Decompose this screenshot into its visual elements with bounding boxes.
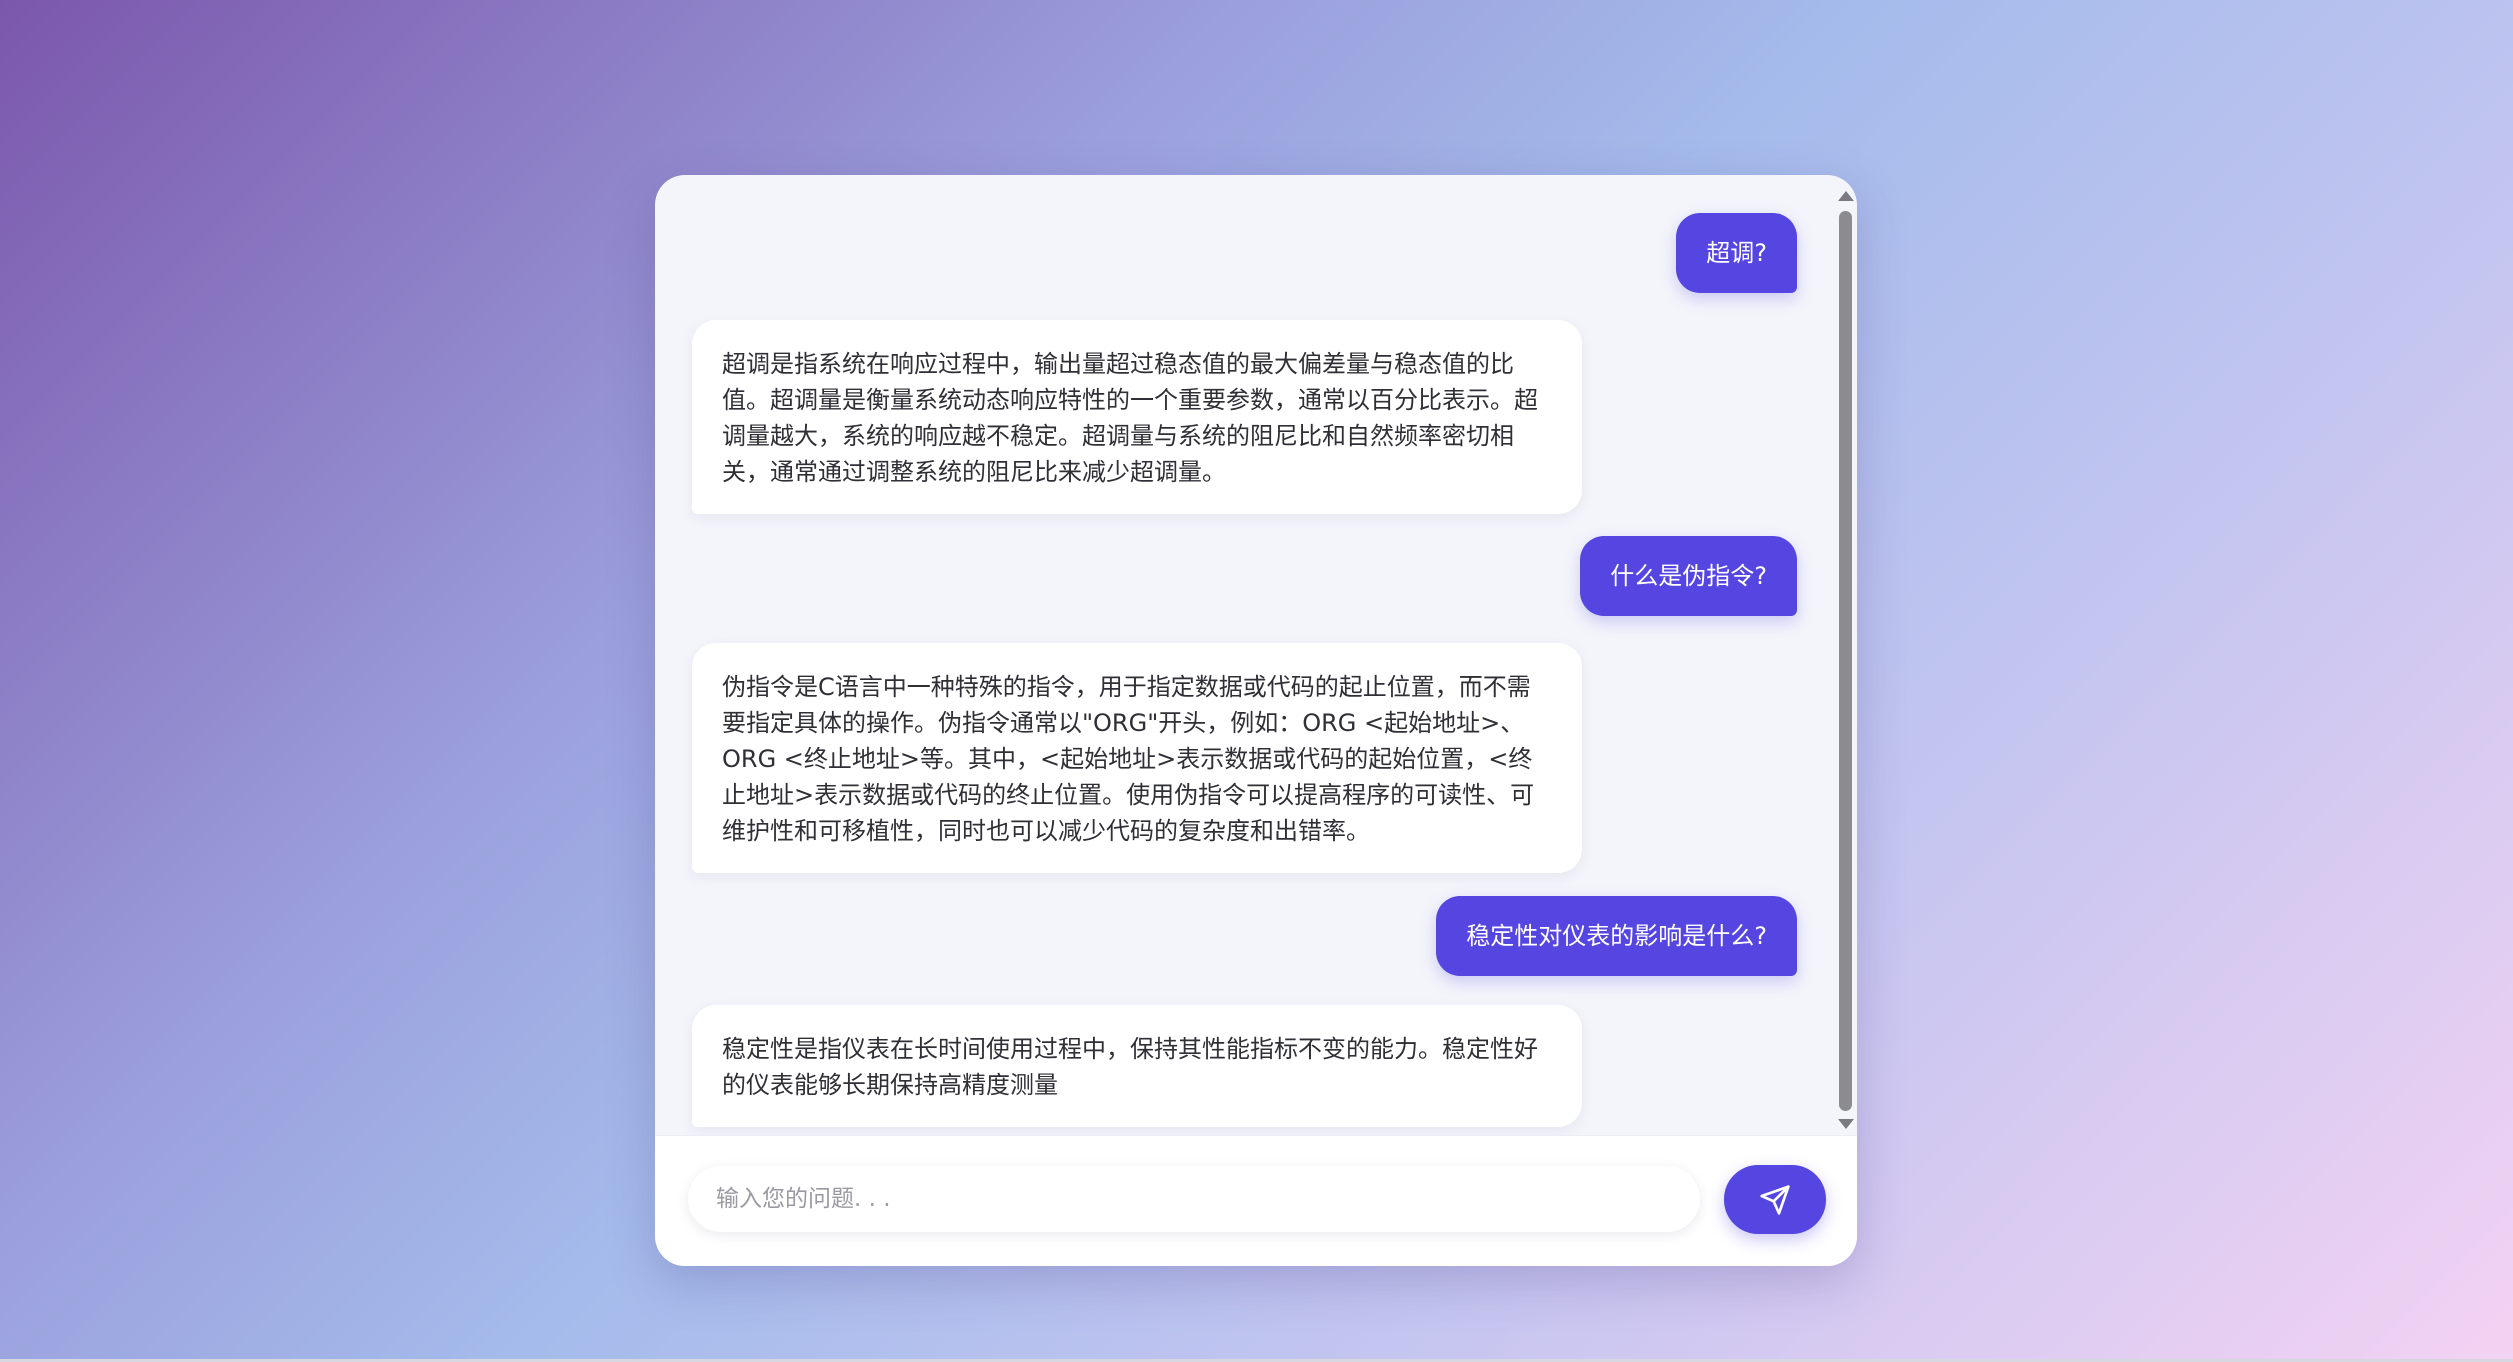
user-message: 稳定性对仪表的影响是什么? — [1436, 896, 1797, 976]
bot-message: 稳定性是指仪表在长时间使用过程中，保持其性能指标不变的能力。稳定性好的仪表能够长… — [692, 1005, 1582, 1127]
send-button[interactable] — [1724, 1165, 1826, 1234]
chat-window: 超调? 超调是指系统在响应过程中，输出量超过稳态值的最大偏差量与稳态值的比值。超… — [655, 175, 1857, 1266]
send-icon — [1759, 1184, 1791, 1216]
input-area — [655, 1135, 1857, 1266]
scroll-thumb[interactable] — [1839, 211, 1852, 1111]
bot-message: 超调是指系统在响应过程中，输出量超过稳态值的最大偏差量与稳态值的比值。超调量是衡… — [692, 320, 1582, 514]
message-scrollbar[interactable] — [1835, 183, 1855, 1133]
bot-message: 伪指令是C语言中一种特殊的指令，用于指定数据或代码的起止位置，而不需要指定具体的… — [692, 643, 1582, 873]
user-message: 什么是伪指令? — [1580, 536, 1797, 616]
message-list[interactable]: 超调? 超调是指系统在响应过程中，输出量超过稳态值的最大偏差量与稳态值的比值。超… — [655, 175, 1857, 1135]
scroll-down-arrow-icon[interactable] — [1838, 1119, 1854, 1129]
question-input[interactable] — [688, 1166, 1700, 1232]
user-message: 超调? — [1676, 213, 1797, 293]
scroll-up-arrow-icon[interactable] — [1838, 191, 1854, 201]
